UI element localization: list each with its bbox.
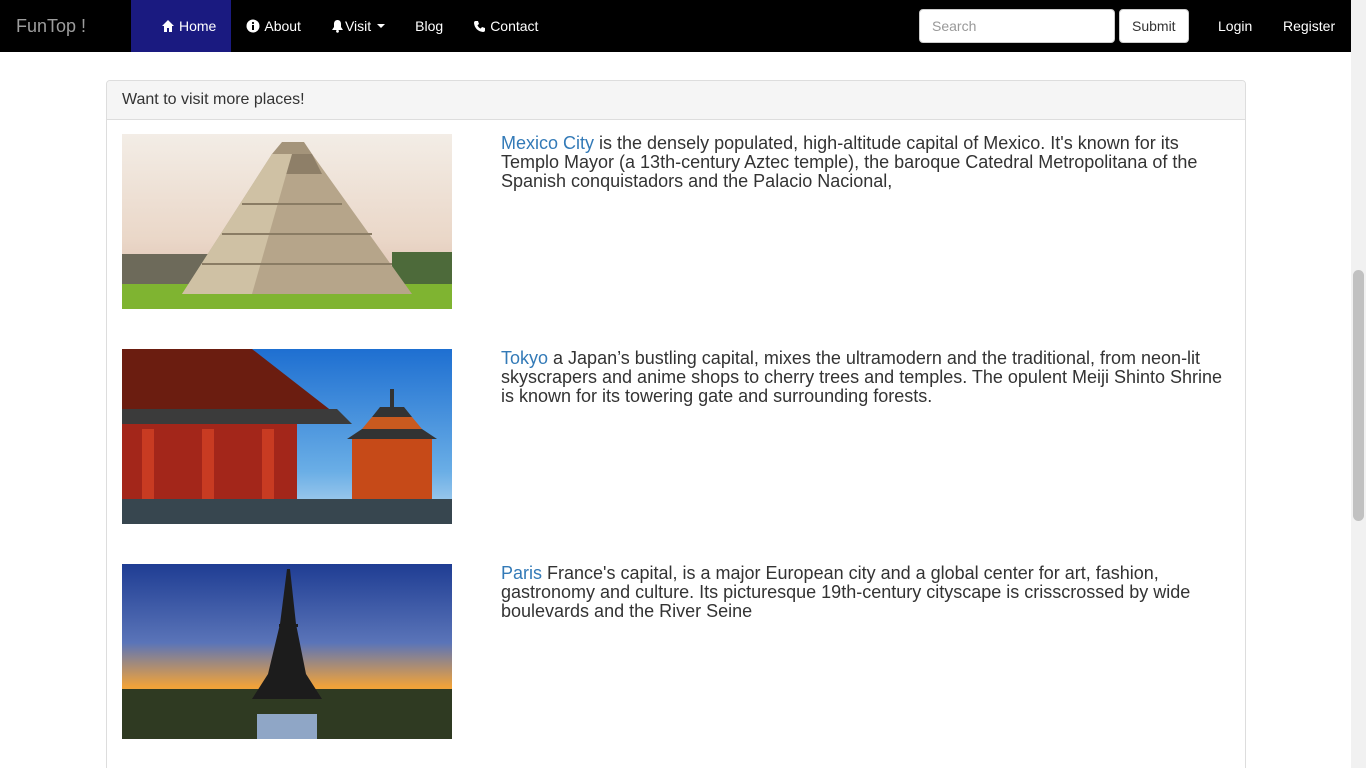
nav-item-contact[interactable]: Contact: [458, 0, 553, 52]
chevron-down-icon: [377, 24, 386, 28]
top-navbar: FunTop ! Home About Visit Blog Contact S…: [0, 0, 1351, 52]
place-description: Mexico City is the densely populated, hi…: [501, 134, 1231, 191]
place-item: Mexico City is the densely populated, hi…: [122, 134, 1232, 309]
scrollbar-thumb[interactable]: [1353, 270, 1364, 521]
nav-item-home[interactable]: Home: [131, 0, 232, 52]
panel-heading: Want to visit more places!: [107, 81, 1245, 120]
place-description-text: France's capital, is a major European ci…: [501, 563, 1191, 621]
place-description: Tokyo a Japan’s bustling capital, mixes …: [501, 349, 1231, 406]
home-icon: [161, 19, 175, 33]
login-link[interactable]: Login: [1203, 18, 1267, 34]
nav-label-home: Home: [179, 18, 217, 34]
search-form: Submit: [919, 9, 1189, 43]
page-scrollbar[interactable]: [1351, 0, 1366, 768]
mexico-pyramid-image: [122, 134, 452, 309]
place-description-text: a Japan’s bustling capital, mixes the ul…: [501, 348, 1223, 406]
places-panel: Want to visit more places! Mexico City i…: [106, 80, 1246, 768]
nav-label-visit: Visit: [344, 18, 372, 34]
register-nav: Register: [1268, 0, 1350, 52]
place-link-paris[interactable]: Paris: [501, 563, 542, 583]
brand-logo[interactable]: FunTop !: [0, 0, 131, 52]
search-input[interactable]: [919, 9, 1115, 43]
nav-label-contact: Contact: [490, 18, 539, 34]
place-item: Paris France's capital, is a major Europ…: [122, 564, 1232, 739]
nav-label-about: About: [264, 18, 301, 34]
tokyo-temple-image: [122, 349, 452, 524]
place-item: Tokyo a Japan’s bustling capital, mixes …: [122, 349, 1232, 524]
place-description: Paris France's capital, is a major Europ…: [501, 564, 1231, 621]
place-description-text: is the densely populated, high-altitude …: [501, 133, 1198, 191]
nav-label-blog: Blog: [415, 18, 444, 34]
register-link[interactable]: Register: [1268, 18, 1350, 34]
submit-button[interactable]: Submit: [1119, 9, 1189, 43]
nav-item-visit[interactable]: Visit: [316, 0, 400, 52]
nav-item-blog[interactable]: Blog: [400, 0, 458, 52]
paris-eiffel-image: [122, 564, 452, 739]
main-nav: Home About Visit Blog Contact: [131, 0, 553, 52]
info-icon: [246, 19, 260, 33]
bell-icon: [331, 19, 344, 33]
login-nav: Login: [1203, 0, 1267, 52]
nav-item-about[interactable]: About: [231, 0, 316, 52]
place-link-mexico-city[interactable]: Mexico City: [501, 133, 594, 153]
place-link-tokyo[interactable]: Tokyo: [501, 348, 548, 368]
phone-icon: [473, 20, 486, 33]
